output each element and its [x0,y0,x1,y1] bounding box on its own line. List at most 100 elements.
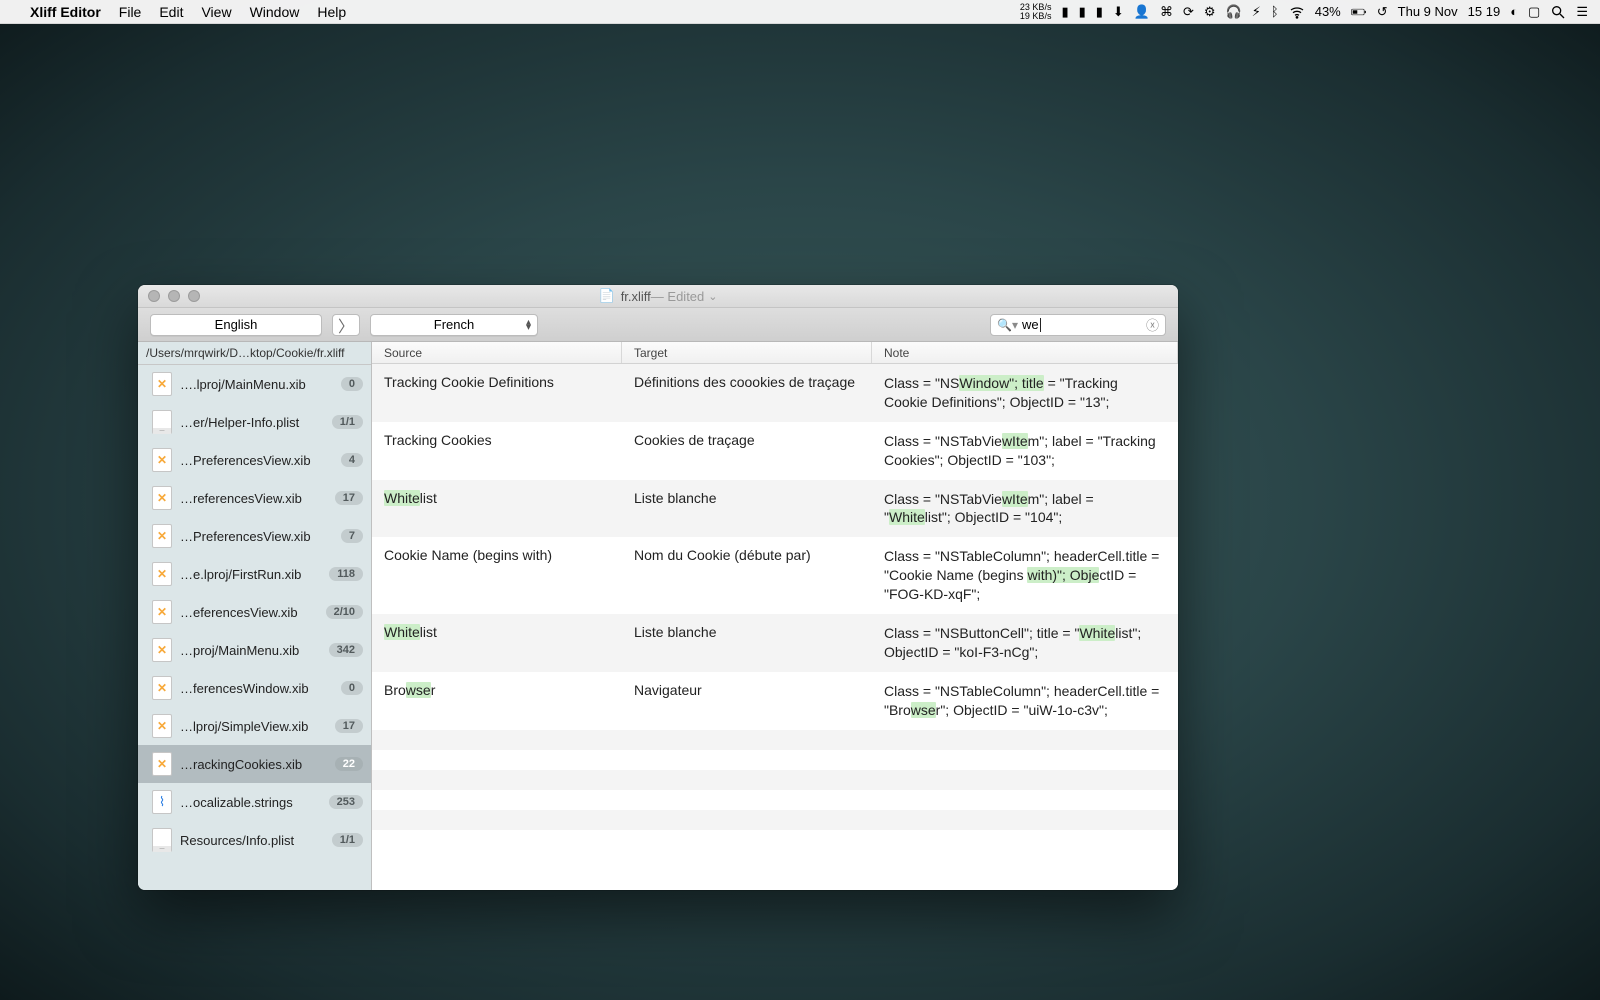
file-count-badge: 253 [329,795,363,809]
document-proxy-icon[interactable]: 📄 [599,288,615,304]
xib-file-icon [152,676,172,700]
download-icon[interactable]: ⬇︎ [1113,4,1124,20]
table-row-empty [372,830,1178,850]
col-note[interactable]: Note [872,342,1178,363]
table-row[interactable]: WhitelistListe blancheClass = "NSTabView… [372,480,1178,538]
menu-file[interactable]: File [119,4,142,20]
source-language-button[interactable]: English [150,314,322,336]
sync-icon[interactable]: ⟳ [1183,4,1194,20]
target-cell[interactable]: Définitions des coookies de traçage [622,374,872,412]
search-value: we [1022,317,1039,332]
airdrop-icon[interactable]: ⌘ [1160,4,1173,20]
menubar-time[interactable]: 15 19 [1468,4,1501,19]
target-cell[interactable]: Liste blanche [622,490,872,528]
airplay-icon[interactable]: ▢ [1528,4,1540,20]
sidebar-file-item[interactable]: …rackingCookies.xib22 [138,745,371,783]
sidebar-file-item[interactable]: …proj/MainMenu.xib342 [138,631,371,669]
window-zoom-button[interactable] [188,290,200,302]
xib-file-icon [152,600,172,624]
table-row[interactable]: BrowserNavigateurClass = "NSTableColumn"… [372,672,1178,730]
xib-file-icon [152,486,172,510]
xib-file-icon [152,752,172,776]
next-file-button[interactable]: 〉 [332,314,360,336]
table-row[interactable]: Cookie Name (begins with)Nom du Cookie (… [372,537,1178,614]
sidebar-file-item[interactable]: …referencesView.xib17 [138,479,371,517]
menu-view[interactable]: View [201,4,231,20]
file-name-label: …e.lproj/FirstRun.xib [180,567,321,582]
sidebar-file-item[interactable]: …eferencesView.xib2/10 [138,593,371,631]
bolt-icon[interactable]: ⚡︎ [1252,4,1261,20]
target-language-select[interactable]: French ▴▾ [370,314,538,336]
sidebar-file-item[interactable]: …lproj/SimpleView.xib 17 [138,707,371,745]
target-cell[interactable]: Liste blanche [622,624,872,662]
source-cell[interactable]: Tracking Cookie Definitions [372,374,622,412]
menubar-date[interactable]: Thu 9 Nov [1398,4,1458,19]
file-count-badge: 17 [335,719,363,733]
table-row[interactable]: Tracking Cookie DefinitionsDéfinitions d… [372,364,1178,422]
disk-meter-icon[interactable]: ▮ [1096,4,1103,20]
headphones-icon[interactable]: 🎧 [1226,4,1242,20]
editor-window: 📄 fr.xliff — Edited ⌄ English 〉 French ▴… [138,285,1178,890]
wifi-icon[interactable] [1289,4,1305,20]
menu-help[interactable]: Help [317,4,346,20]
note-cell[interactable]: Class = "NSTableColumn"; headerCell.titl… [872,547,1178,604]
table-row-empty [372,810,1178,830]
file-name-label: …referencesView.xib [180,491,327,506]
source-cell[interactable]: Browser [372,682,622,720]
file-count-badge: 0 [341,681,363,695]
source-cell[interactable]: Cookie Name (begins with) [372,547,622,604]
file-name-label: …PreferencesView.xib [180,453,333,468]
note-cell[interactable]: Class = "NSTableColumn"; headerCell.titl… [872,682,1178,720]
spotlight-icon[interactable] [1550,4,1566,20]
menu-list-icon[interactable]: ☰ [1576,4,1588,20]
app-name[interactable]: Xliff Editor [30,4,101,20]
user-icon[interactable]: 👤 [1134,4,1150,20]
file-name-label: …lproj/SimpleView.xib [180,719,327,734]
menu-window[interactable]: Window [250,4,300,20]
search-field[interactable]: 🔍▾ we ⓧ [990,314,1166,336]
note-cell[interactable]: Class = "NSTabViewItem"; label = "Whitel… [872,490,1178,528]
file-name-label: …PreferencesView.xib [180,529,333,544]
cpu-meter-icon[interactable]: ▮ [1061,4,1068,20]
note-cell[interactable]: Class = "NSButtonCell"; title = "Whiteli… [872,624,1178,662]
col-target[interactable]: Target [622,342,872,363]
col-source[interactable]: Source [372,342,622,363]
menu-edit[interactable]: Edit [159,4,183,20]
window-minimize-button[interactable] [168,290,180,302]
file-count-badge: 118 [329,567,363,581]
xib-file-icon [152,448,172,472]
search-clear-button[interactable]: ⓧ [1146,315,1159,334]
target-cell[interactable]: Cookies de traçage [622,432,872,470]
mem-meter-icon[interactable]: ▮ [1079,4,1086,20]
source-cell[interactable]: Whitelist [372,624,622,662]
sidebar-file-item[interactable]: …e.lproj/FirstRun.xib 118 [138,555,371,593]
target-cell[interactable]: Navigateur [622,682,872,720]
table-row[interactable]: WhitelistListe blancheClass = "NSButtonC… [372,614,1178,672]
sidebar-file-item[interactable]: …PreferencesView.xib4 [138,441,371,479]
source-language-label: English [215,317,258,332]
note-cell[interactable]: Class = "NSTabViewItem"; label = "Tracki… [872,432,1178,470]
table-row[interactable]: Tracking CookiesCookies de traçageClass … [372,422,1178,480]
window-close-button[interactable] [148,290,160,302]
source-cell[interactable]: Whitelist [372,490,622,528]
file-count-badge: 2/10 [326,605,363,619]
battery-icon[interactable] [1351,4,1367,20]
note-cell[interactable]: Class = "NSWindow"; title = "Tracking Co… [872,374,1178,412]
file-count-badge: 1/1 [332,833,363,847]
table-row-empty [372,790,1178,810]
sidebar-file-item[interactable]: Resources/Info.plist1/1 [138,821,371,859]
sidebar-file-item[interactable]: …er/Helper-Info.plist1/1 [138,403,371,441]
timemachine-icon[interactable]: ↺ [1377,4,1388,20]
do-not-disturb-icon[interactable]: ◐ [1510,4,1518,19]
translation-table: Source Target Note Tracking Cookie Defin… [372,342,1178,890]
bluetooth-icon[interactable]: ᛒ [1271,4,1279,19]
source-cell[interactable]: Tracking Cookies [372,432,622,470]
target-cell[interactable]: Nom du Cookie (débute par) [622,547,872,604]
sidebar-file-item[interactable]: ….lproj/MainMenu.xib0 [138,365,371,403]
file-name-label: …rackingCookies.xib [180,757,327,772]
sidebar-file-item[interactable]: …PreferencesView.xib7 [138,517,371,555]
title-dropdown-icon[interactable]: ⌄ [708,290,717,303]
settings-gear-icon[interactable]: ⚙︎ [1204,4,1216,20]
sidebar-file-item[interactable]: …ferencesWindow.xib0 [138,669,371,707]
sidebar-file-item[interactable]: …ocalizable.strings253 [138,783,371,821]
